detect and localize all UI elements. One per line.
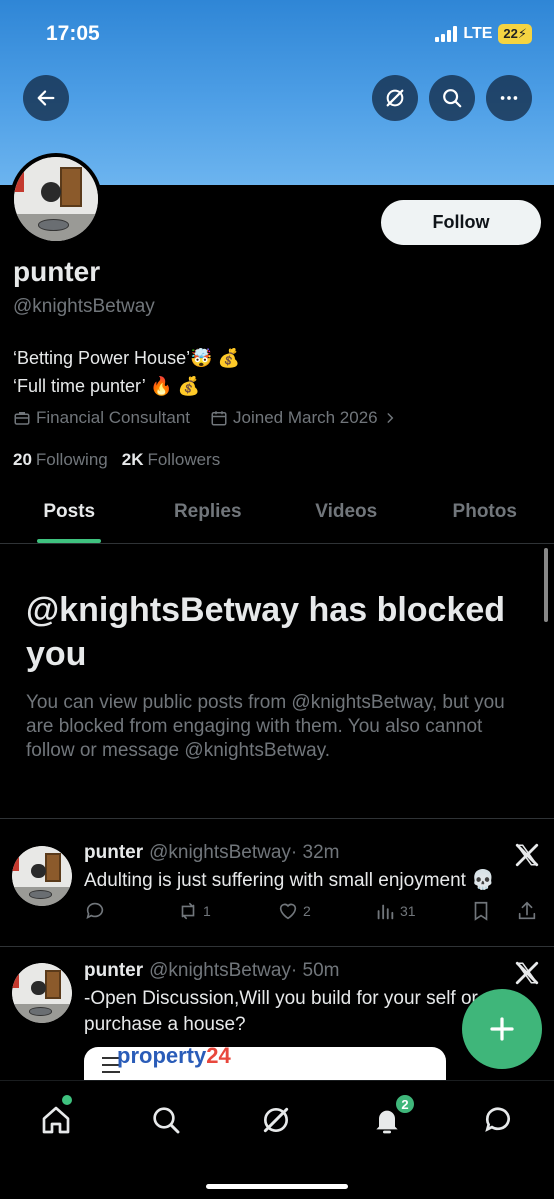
- nav-messages[interactable]: [481, 1103, 515, 1137]
- grok-icon: [386, 89, 404, 107]
- status-time: 17:05: [46, 22, 100, 45]
- nav-home[interactable]: [39, 1103, 73, 1137]
- repost-icon: [181, 902, 195, 920]
- followers-link[interactable]: 2K Followers: [122, 450, 220, 470]
- repost-button[interactable]: 1: [177, 900, 211, 922]
- search-icon: [443, 89, 462, 108]
- battery-level: 22: [503, 26, 518, 41]
- more-horizontal-icon: [500, 96, 518, 100]
- followers-count: 2K: [121, 450, 144, 469]
- like-count: 2: [303, 903, 311, 919]
- post-avatar[interactable]: [12, 846, 72, 906]
- reply-icon: [86, 902, 104, 919]
- preview-brand-logo: property24: [117, 1043, 231, 1068]
- profile-meta: Financial Consultant Joined March 2026: [13, 408, 417, 428]
- repost-count: 1: [203, 903, 211, 919]
- views-button[interactable]: 31: [374, 900, 416, 922]
- post-item[interactable]: punter @knightsBetway· 32m Adulting is ju…: [0, 818, 554, 946]
- nav-search[interactable]: [149, 1103, 183, 1137]
- blocked-title: @knightsBetway has blocked you: [26, 591, 506, 673]
- profile-tabs: Posts Replies Videos Photos: [0, 492, 554, 544]
- briefcase-icon: [14, 412, 30, 425]
- home-unread-dot: [62, 1095, 72, 1105]
- profile-bio: ‘Betting Power House’🤯 💰 ‘Full time punt…: [13, 344, 240, 400]
- following-count: 20: [13, 450, 32, 469]
- search-button[interactable]: [429, 75, 475, 121]
- post-author-name: punter: [84, 960, 144, 981]
- post-avatar[interactable]: [12, 963, 72, 1023]
- heart-icon: [279, 903, 297, 920]
- status-indicators: LTE 22⚡: [435, 24, 532, 44]
- profile-avatar[interactable]: [10, 153, 102, 245]
- display-name: punter: [13, 256, 101, 287]
- bio-line: ‘Full time punter’ 🔥 💰: [13, 376, 200, 396]
- bookmark-button[interactable]: [470, 900, 492, 922]
- post-time: · 50m: [290, 960, 340, 981]
- blocked-description: You can view public posts from @knightsB…: [26, 692, 505, 761]
- post-author-handle: @knightsBetway: [149, 842, 291, 863]
- arrow-left-icon: [37, 90, 55, 106]
- bio-line: ‘Betting Power House’🤯 💰: [13, 348, 240, 368]
- tab-replies[interactable]: Replies: [139, 492, 278, 543]
- follow-button[interactable]: Follow: [381, 200, 541, 245]
- view-count: 31: [400, 903, 416, 919]
- home-indicator[interactable]: [206, 1184, 348, 1189]
- post-time: · 32m: [290, 842, 340, 863]
- bottom-navigation: [0, 1080, 554, 1199]
- x-logo-icon: [515, 961, 539, 985]
- reply-button[interactable]: [84, 900, 106, 922]
- calendar-icon: [211, 411, 227, 426]
- post-author-name: punter: [84, 842, 144, 863]
- search-icon: [153, 1107, 180, 1134]
- scrollbar[interactable]: [544, 548, 548, 622]
- grok-button[interactable]: [372, 75, 418, 121]
- post-text: -Open Discussion,Will you build for your…: [84, 988, 478, 1035]
- more-options-button[interactable]: [486, 75, 532, 121]
- following-link[interactable]: 20 Following: [13, 450, 108, 470]
- nav-grok[interactable]: [259, 1103, 293, 1137]
- x-logo-icon: [515, 843, 539, 867]
- compose-post-button[interactable]: [462, 989, 542, 1069]
- profile-handle: @knightsBetway: [13, 296, 155, 317]
- views-chart-icon: [377, 904, 394, 920]
- chat-bubble-icon: [485, 1107, 510, 1132]
- signal-icon: [435, 26, 458, 42]
- post-header: punter @knightsBetway· 50m: [84, 960, 339, 982]
- joined-item[interactable]: Joined March 2026: [210, 408, 397, 428]
- plus-icon: [490, 1017, 514, 1041]
- tab-posts[interactable]: Posts: [0, 492, 139, 543]
- post-actions: 1 2 31: [84, 900, 544, 930]
- battery-icon: 22⚡: [498, 24, 532, 44]
- bookmark-icon: [474, 901, 488, 921]
- network-type: LTE: [463, 25, 493, 42]
- tab-photos[interactable]: Photos: [416, 492, 554, 543]
- share-button[interactable]: [516, 900, 538, 922]
- followers-label: Followers: [147, 450, 221, 469]
- home-icon: [42, 1106, 70, 1134]
- notification-badge: 2: [394, 1093, 416, 1115]
- follow-counts: 20 Following 2K Followers: [13, 450, 220, 470]
- avatar-image: [14, 157, 98, 241]
- post-text: Adulting is just suffering with small en…: [84, 870, 495, 891]
- category-item: Financial Consultant: [13, 408, 190, 428]
- tab-videos[interactable]: Videos: [277, 492, 416, 543]
- back-button[interactable]: [23, 75, 69, 121]
- like-button[interactable]: 2: [277, 900, 311, 922]
- category-label: Financial Consultant: [36, 408, 191, 427]
- grok-icon: [263, 1107, 289, 1133]
- chevron-right-icon: [387, 413, 393, 423]
- share-icon: [518, 901, 536, 920]
- following-label: Following: [35, 450, 108, 469]
- charging-icon: ⚡: [517, 26, 527, 41]
- joined-label: Joined March 2026: [233, 408, 378, 427]
- post-author-handle: @knightsBetway: [149, 960, 291, 981]
- post-header: punter @knightsBetway· 32m: [84, 842, 339, 864]
